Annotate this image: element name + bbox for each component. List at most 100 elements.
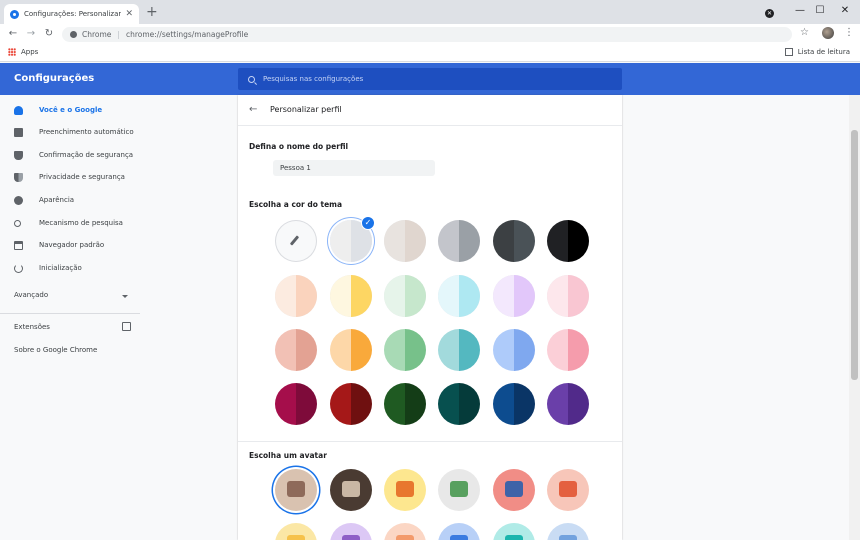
theme-color-swatch[interactable] <box>438 220 480 262</box>
person-icon <box>14 105 23 115</box>
profile-avatar-button[interactable] <box>822 27 834 39</box>
sidebar-item-search-engine[interactable]: Mecanismo de pesquisa <box>0 213 140 233</box>
avatar-option[interactable] <box>547 523 589 540</box>
theme-color-swatch[interactable] <box>547 383 589 425</box>
theme-color-swatch[interactable] <box>438 383 480 425</box>
back-button[interactable]: ← <box>6 27 20 41</box>
apps-shortcut[interactable]: Apps <box>8 48 38 56</box>
back-arrow-icon[interactable]: ← <box>249 104 257 115</box>
power-icon <box>14 263 23 273</box>
swatch-half <box>459 383 480 425</box>
avatar-option[interactable] <box>330 523 372 540</box>
address-scheme: Chrome <box>82 30 112 39</box>
avatar-option[interactable] <box>438 469 480 511</box>
theme-color-swatch[interactable] <box>438 329 480 371</box>
avatar-illustration <box>505 535 523 540</box>
tab-close-icon[interactable]: ✕ <box>125 9 133 19</box>
sidebar-item-default-browser[interactable]: Navegador padrão <box>0 235 140 255</box>
sidebar-extensions[interactable]: Extensões <box>14 323 50 331</box>
sidebar-item-appearance[interactable]: Aparência <box>0 190 140 210</box>
avatar-option[interactable] <box>493 523 535 540</box>
avatar-option[interactable] <box>330 469 372 511</box>
theme-color-swatch[interactable] <box>547 220 589 262</box>
settings-search-input[interactable]: Pesquisas nas configurações <box>238 68 622 90</box>
swatch-half <box>330 220 351 262</box>
sidebar-item-you-and-google[interactable]: Você e o Google <box>0 100 140 120</box>
avatar-photo[interactable] <box>275 469 317 511</box>
avatar-illustration <box>450 481 468 497</box>
swatch-half <box>438 220 459 262</box>
swatch-half <box>493 383 514 425</box>
theme-color-swatch[interactable] <box>493 275 535 317</box>
avatar-illustration <box>396 481 414 497</box>
selected-check-icon: ✓ <box>361 216 375 230</box>
swatch-half <box>493 220 514 262</box>
scrollbar-thumb[interactable] <box>851 130 858 380</box>
close-window-button[interactable]: ✕ <box>825 2 860 20</box>
shield-icon <box>14 150 23 160</box>
search-placeholder: Pesquisas nas configurações <box>263 75 364 83</box>
avatar-illustration <box>342 535 360 540</box>
settings-favicon-icon <box>10 9 19 19</box>
address-bar[interactable]: Chrome | chrome://settings/manageProfile <box>62 27 792 42</box>
browser-tab[interactable]: Configurações: Personalizar perfil ✕ <box>4 4 139 24</box>
theme-color-swatch[interactable] <box>384 275 426 317</box>
swatch-half <box>547 220 568 262</box>
sidebar-item-privacy[interactable]: Privacidade e segurança <box>0 167 140 187</box>
theme-color-swatch[interactable] <box>384 329 426 371</box>
new-tab-button[interactable]: + <box>146 5 158 19</box>
theme-color-swatch[interactable] <box>493 329 535 371</box>
external-link-icon[interactable] <box>122 322 131 331</box>
swatch-half <box>438 383 459 425</box>
sidebar-item-label: Preenchimento automático <box>39 128 134 136</box>
bookmark-star-icon[interactable]: ☆ <box>800 27 809 38</box>
sidebar-item-label: Confirmação de segurança <box>39 151 134 159</box>
theme-color-swatch[interactable] <box>275 275 317 317</box>
swatch-half <box>384 329 405 371</box>
theme-color-swatch[interactable] <box>384 220 426 262</box>
search-icon <box>248 75 255 83</box>
avatar-illustration <box>505 481 523 497</box>
sidebar-advanced[interactable]: Avançado <box>14 291 48 299</box>
avatar-option[interactable] <box>384 523 426 540</box>
avatar-option[interactable] <box>493 469 535 511</box>
reload-button[interactable]: ↻ <box>42 27 56 41</box>
swatch-half <box>351 275 372 317</box>
theme-color-swatch[interactable] <box>547 329 589 371</box>
theme-color-swatch[interactable] <box>547 275 589 317</box>
bookmarks-bar: Apps Lista de leitura <box>0 44 860 62</box>
avatar-illustration <box>450 535 468 540</box>
swatch-half <box>330 329 351 371</box>
sidebar-item-autofill[interactable]: Preenchimento automático <box>0 122 140 142</box>
customize-profile-card: ← Personalizar perfil Defina o nome do p… <box>238 95 622 540</box>
theme-color-swatch[interactable] <box>493 383 535 425</box>
menu-icon[interactable]: ⋮ <box>844 27 854 39</box>
avatar-option[interactable] <box>275 523 317 540</box>
avatar-option[interactable] <box>438 523 480 540</box>
sidebar-about-chrome[interactable]: Sobre o Google Chrome <box>14 346 97 354</box>
incognito-close-icon[interactable]: ✕ <box>765 9 774 18</box>
profile-name-input[interactable] <box>273 160 435 176</box>
theme-color-swatch[interactable] <box>275 383 317 425</box>
chevron-down-icon[interactable] <box>122 295 128 298</box>
site-info-icon[interactable] <box>70 31 77 38</box>
settings-title: Configurações <box>14 73 95 84</box>
avatar-option[interactable] <box>384 469 426 511</box>
theme-color-swatch[interactable] <box>330 383 372 425</box>
theme-color-swatch[interactable] <box>275 329 317 371</box>
sidebar-item-safety-check[interactable]: Confirmação de segurança <box>0 145 140 165</box>
theme-color-swatch[interactable] <box>493 220 535 262</box>
forward-button[interactable]: → <box>24 27 38 41</box>
card-divider <box>238 125 622 126</box>
avatar-illustration <box>559 481 577 497</box>
avatar-option[interactable] <box>547 469 589 511</box>
reading-list-button[interactable]: Lista de leitura <box>784 48 850 56</box>
theme-color-swatch[interactable] <box>384 383 426 425</box>
sidebar-item-on-startup[interactable]: Inicialização <box>0 258 140 278</box>
pencil-icon <box>289 235 300 246</box>
reading-list-icon <box>784 48 793 56</box>
theme-color-swatch[interactable] <box>330 329 372 371</box>
custom-color-picker[interactable] <box>275 220 317 262</box>
theme-color-swatch[interactable] <box>438 275 480 317</box>
theme-color-swatch[interactable] <box>330 275 372 317</box>
